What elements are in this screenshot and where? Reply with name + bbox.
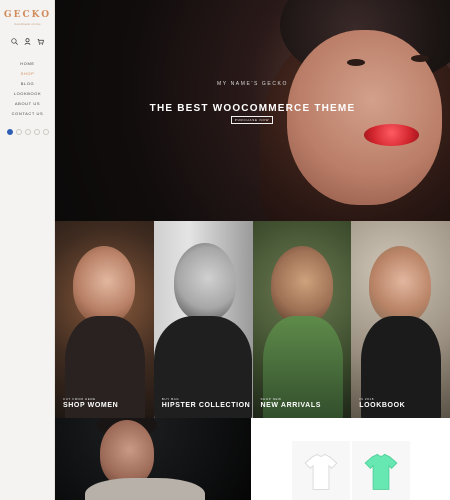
model-head	[173, 243, 236, 321]
model-head	[369, 246, 432, 324]
category-caption: BUY BAG HIPSTER COLLECTION	[162, 397, 251, 409]
category-kicker: IN 2018	[359, 397, 374, 401]
model-head	[100, 420, 154, 486]
nav-label: SHOP	[20, 70, 35, 76]
featured-male-model[interactable]	[55, 418, 251, 500]
category-title: NEW ARRIVALS	[260, 402, 321, 409]
category-title: HIPSTER COLLECTION	[161, 402, 251, 409]
category-new-arrivals[interactable]: SHOP NEW NEW ARRIVALS	[252, 221, 352, 418]
nav-item-blog[interactable]: BLOG	[0, 78, 55, 88]
nav-label: LOOKBOOK	[13, 90, 42, 96]
category-caption: CUT FROM HERE SHOP WOMEN	[63, 397, 118, 409]
model-head	[270, 246, 333, 324]
nav-label: CONTACT US	[11, 110, 44, 116]
model-head	[73, 246, 135, 324]
social-links	[5, 129, 50, 135]
product-card-white-tee[interactable]	[292, 441, 350, 500]
category-lookbook[interactable]: IN 2018 LOOKBOOK	[351, 221, 450, 418]
site-tagline: handmade stores	[14, 22, 41, 26]
nav-item-lookbook[interactable]: LOOKBOOK	[0, 88, 55, 98]
product-card-mint-tee[interactable]	[352, 441, 410, 500]
hero-model-lips	[364, 124, 419, 146]
hero-kicker: MY NAME'S GECKO	[217, 81, 288, 87]
category-title: SHOP WOMEN	[63, 402, 119, 409]
twitter-icon[interactable]	[15, 129, 22, 135]
category-caption: SHOP NEW NEW ARRIVALS	[261, 397, 321, 409]
purchase-now-button[interactable]: PURCHASE NOW	[231, 116, 273, 124]
category-title: LOOKBOOK	[359, 402, 406, 409]
sidebar: GECKO handmade stores HOME SHOP BLOG LOO…	[0, 0, 55, 500]
nav-item-shop[interactable]: SHOP	[0, 68, 55, 78]
main-navigation: HOME SHOP BLOG LOOKBOOK ABOUT US CONTACT…	[0, 58, 55, 118]
pinterest-icon[interactable]	[33, 129, 40, 135]
hero-model-right-eye	[411, 55, 429, 62]
nav-label: BLOG	[20, 80, 35, 86]
product-preview-row	[251, 418, 450, 500]
nav-label: ABOUT US	[14, 100, 41, 106]
hero-banner: MY NAME'S GECKO THE BEST WOOCOMMERCE THE…	[55, 0, 450, 221]
category-caption: IN 2018 LOOKBOOK	[359, 397, 405, 409]
header-icons	[0, 38, 55, 45]
category-shop-women[interactable]: CUT FROM HERE SHOP WOMEN	[55, 221, 154, 418]
white-tshirt-icon	[304, 453, 338, 490]
nav-item-about-us[interactable]: ABOUT US	[0, 98, 55, 108]
instagram-icon[interactable]	[24, 129, 31, 135]
search-icon[interactable]	[11, 38, 18, 45]
facebook-icon[interactable]	[6, 129, 13, 135]
category-grid: CUT FROM HERE SHOP WOMEN BUY BAG HIPSTER…	[55, 221, 450, 418]
user-icon[interactable]	[24, 38, 31, 45]
nav-item-contact-us[interactable]: CONTACT US	[0, 108, 55, 118]
site-logo[interactable]: GECKO	[0, 10, 55, 20]
mint-tshirt-icon	[364, 453, 398, 490]
category-hipster-collection[interactable]: BUY BAG HIPSTER COLLECTION	[153, 221, 253, 418]
category-kicker: CUT FROM HERE	[63, 397, 96, 401]
category-kicker: SHOP NEW	[260, 397, 282, 401]
hero-model-left-eye	[347, 59, 365, 66]
category-kicker: BUY BAG	[161, 397, 180, 401]
cart-icon[interactable]	[37, 38, 44, 45]
model-shirt	[85, 478, 205, 500]
nav-item-home[interactable]: HOME	[0, 58, 55, 68]
hero-title: THE BEST WOOCOMMERCE THEME	[149, 103, 356, 114]
dribbble-icon[interactable]	[42, 129, 49, 135]
nav-label: HOME	[20, 60, 35, 66]
